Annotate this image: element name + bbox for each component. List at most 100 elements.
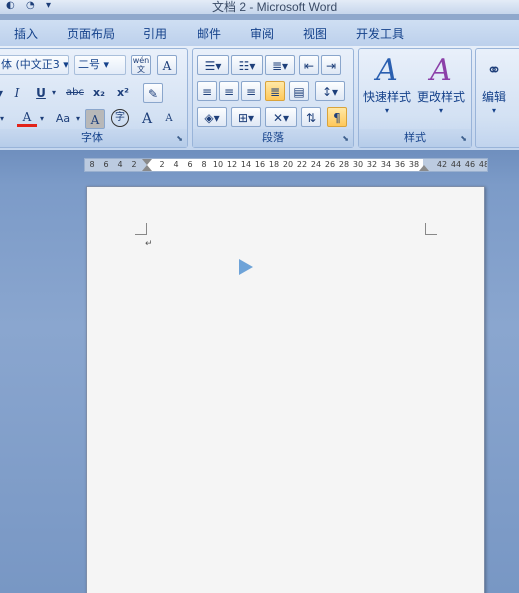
font-name-combo[interactable]: 体 (中文正3 ▾ <box>0 55 69 75</box>
quick-access-toolbar: ◐ ◔ ▾ <box>0 0 58 14</box>
hanging-indent-marker[interactable] <box>142 165 152 171</box>
tab-page-layout[interactable]: 页面布局 <box>67 25 115 42</box>
font-size-combo[interactable]: 二号 ▾ <box>74 55 126 75</box>
clear-formatting-icon[interactable]: ✎ <box>143 83 163 103</box>
tab-mailings[interactable]: 邮件 <box>197 25 221 42</box>
tab-references[interactable]: 引用 <box>143 25 167 42</box>
sort-button[interactable]: ⇅ <box>301 107 321 127</box>
ruler-tick-label: 48 <box>478 160 487 169</box>
ruler-tick-label: 26 <box>324 160 336 169</box>
paragraph-group: ☰▾ ☷▾ ≣▾ ⇤ ⇥ ≡ ≡ ≡ ≣ ▤ ↕▾ ◈▾ ⊞▾ ✕▾ ⇅ ¶ 段… <box>192 48 354 148</box>
shrink-font-button[interactable]: A <box>159 109 179 129</box>
ruler-tick-label: 8 <box>89 160 95 169</box>
font-color-button[interactable]: A <box>17 107 37 127</box>
superscript-button[interactable]: x² <box>113 83 133 103</box>
change-styles-label: 更改样式 <box>416 90 465 104</box>
ruler-tick-label: 4 <box>117 160 123 169</box>
change-styles-button[interactable]: A 更改样式 ▾ <box>415 53 467 129</box>
editing-group: ⚭ 编辑 ▾ <box>475 48 519 148</box>
align-right-button[interactable]: ≡ <box>241 81 261 101</box>
ruler-tick-label: 18 <box>268 160 280 169</box>
save-icon[interactable]: ◐ <box>6 0 18 11</box>
highlight-dropdown-icon[interactable]: ▾ <box>0 109 7 129</box>
styles-dialog-launcher-icon[interactable]: ⬊ <box>460 134 467 143</box>
justify-button[interactable]: ≣ <box>265 81 285 101</box>
qat-dropdown-icon[interactable]: ▾ <box>46 0 58 11</box>
document-page[interactable]: ↵ <box>86 186 485 593</box>
ruler-tick-label: 14 <box>240 160 252 169</box>
bullets-button[interactable]: ☰▾ <box>197 55 229 75</box>
editing-label: 编辑 <box>481 90 506 104</box>
binoculars-icon: ⚭ <box>486 60 502 81</box>
chinese-layout-button[interactable]: ✕▾ <box>265 107 297 127</box>
line-spacing-button[interactable]: ↕▾ <box>315 81 345 101</box>
ruler-tick-label: 22 <box>296 160 308 169</box>
char-border-button[interactable]: A <box>157 55 177 75</box>
align-left-button[interactable]: ≡ <box>197 81 217 101</box>
right-indent-marker[interactable] <box>419 165 429 171</box>
borders-button[interactable]: ⊞▾ <box>231 107 261 127</box>
ruler-tick-label: 36 <box>394 160 406 169</box>
ruler-tick-label: 2 <box>159 160 165 169</box>
ribbon-tabs: 插入 页面布局 引用 邮件 审阅 视图 开发工具 <box>0 20 519 46</box>
ruler-tick-label: 2 <box>131 160 137 169</box>
ruler-tick-label: 8 <box>201 160 207 169</box>
font-group: 体 (中文正3 ▾ 二号 ▾ wén文 A ▾ I U ▾ abc x₂ x² … <box>0 48 188 148</box>
styles-group: A 快速样式 ▾ A 更改样式 ▾ 样式 ⬊ <box>358 48 472 148</box>
font-group-label: 字体 <box>0 129 187 147</box>
top-left-margin-corner <box>135 223 147 235</box>
horizontal-ruler[interactable]: 8 6 4 2 2 4 6 8 10 12 14 16 18 20 22 24 26 28 30 32 34 36 38 42… <box>84 158 488 172</box>
mouse-cursor-icon <box>239 259 253 275</box>
shading-button[interactable]: ◈▾ <box>197 107 227 127</box>
ruler-tick-label: 30 <box>352 160 364 169</box>
show-hide-marks-button[interactable]: ¶ <box>327 107 347 127</box>
multilevel-list-button[interactable]: ≣▾ <box>265 55 295 75</box>
underline-dropdown-icon[interactable]: ▾ <box>49 83 59 103</box>
ruler-tick-label: 12 <box>226 160 238 169</box>
quick-styles-button[interactable]: A 快速样式 ▾ <box>361 53 413 129</box>
top-right-margin-corner <box>425 223 437 235</box>
editing-button[interactable]: ⚭ 编辑 ▾ <box>472 53 516 129</box>
paragraph-mark: ↵ <box>145 239 153 249</box>
grow-font-button[interactable]: A <box>137 109 157 129</box>
subscript-button[interactable]: x₂ <box>89 83 109 103</box>
ruler-tick-label: 20 <box>282 160 294 169</box>
char-shading-button[interactable]: A <box>85 109 105 129</box>
decrease-indent-button[interactable]: ⇤ <box>299 55 319 75</box>
ruler-tick-label: 46 <box>464 160 476 169</box>
editing-dropdown-icon: ▾ <box>491 106 496 115</box>
italic-button[interactable]: I <box>7 83 27 103</box>
distributed-button[interactable]: ▤ <box>289 81 309 101</box>
ruler-tick-label: 44 <box>450 160 462 169</box>
numbering-button[interactable]: ☷▾ <box>231 55 263 75</box>
tab-insert[interactable]: 插入 <box>14 25 38 42</box>
font-color-dropdown-icon[interactable]: ▾ <box>37 109 47 129</box>
font-size-value: 二号 <box>78 58 100 71</box>
align-center-button[interactable]: ≡ <box>219 81 239 101</box>
ribbon: 体 (中文正3 ▾ 二号 ▾ wén文 A ▾ I U ▾ abc x₂ x² … <box>0 46 519 150</box>
change-styles-dropdown-icon: ▾ <box>438 106 443 115</box>
underline-button[interactable]: U <box>31 83 51 103</box>
font-dialog-launcher-icon[interactable]: ⬊ <box>176 134 183 143</box>
quick-styles-label: 快速样式 <box>362 90 411 104</box>
bold-button-edge[interactable]: ▾ <box>0 83 5 103</box>
tab-review[interactable]: 审阅 <box>250 25 274 42</box>
change-styles-icon: A <box>430 53 452 88</box>
strikethrough-button[interactable]: abc <box>63 83 87 103</box>
phonetic-guide-button[interactable]: wén文 <box>131 55 151 75</box>
ruler-tick-label: 24 <box>310 160 322 169</box>
undo-icon[interactable]: ◔ <box>26 0 38 11</box>
tab-developer[interactable]: 开发工具 <box>356 25 404 42</box>
change-case-button[interactable]: Aa <box>51 109 75 129</box>
change-case-dropdown-icon[interactable]: ▾ <box>73 109 83 129</box>
ruler-tick-label: 16 <box>254 160 266 169</box>
ruler-tick-label: 38 <box>408 160 420 169</box>
increase-indent-button[interactable]: ⇥ <box>321 55 341 75</box>
enclose-char-button[interactable]: 字 <box>111 109 129 127</box>
ruler-tick-label: 42 <box>436 160 448 169</box>
ruler-tick-label: 32 <box>366 160 378 169</box>
window-title: 文档 2 - Microsoft Word <box>212 0 338 14</box>
paragraph-dialog-launcher-icon[interactable]: ⬊ <box>342 134 349 143</box>
tab-view[interactable]: 视图 <box>303 25 327 42</box>
styles-group-label: 样式 <box>359 129 471 147</box>
